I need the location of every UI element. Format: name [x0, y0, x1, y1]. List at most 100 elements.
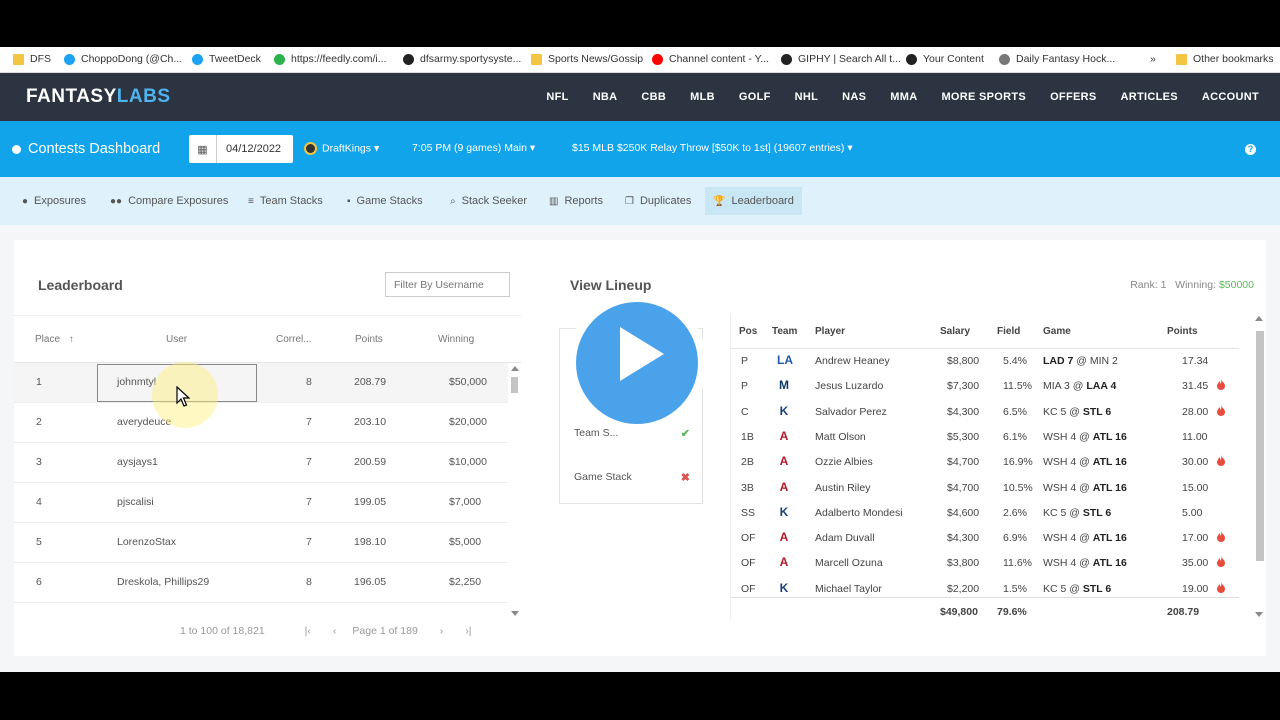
nav-nfl[interactable]: NFL [546, 91, 568, 103]
contests-dashboard-bar: Contests Dashboard ▦ 04/12/2022 DraftKin… [0, 121, 1280, 177]
nav-more-sports[interactable]: MORE SPORTS [941, 91, 1026, 103]
tab-game-stacks[interactable]: ▪ Game Stacks [339, 187, 431, 215]
site-select[interactable]: DraftKings ▾ [304, 142, 379, 155]
bookmark-8[interactable]: Your Content [906, 53, 984, 65]
tab-team-stacks[interactable]: ≡ Team Stacks [240, 187, 331, 215]
table-row[interactable]: 4 pjscalisi 7 199.05 $7,000 [14, 483, 508, 523]
cell-pos: 1B [741, 430, 754, 443]
scroll-thumb[interactable] [511, 377, 518, 393]
video-play-button[interactable] [567, 293, 707, 433]
bookmark-3[interactable]: https://feedly.com/i... [274, 53, 387, 65]
col-winning-header[interactable]: Winning [438, 334, 474, 345]
col-correl-header[interactable]: Correl... [276, 334, 312, 345]
cell-winning: $7,000 [449, 496, 482, 508]
nav-nba[interactable]: NBA [593, 91, 618, 103]
slate-select[interactable]: 7:05 PM (9 games) Main ▾ [412, 142, 535, 154]
tab-compare-exposures[interactable]: ●● Compare Exposures [102, 187, 236, 215]
lineup-row[interactable]: P M Jesus Luzardo $7,300 11.5% MIA 3 @ LAA 4 3… [731, 374, 1239, 399]
leaderboard-rows: 1 johnmtyl 8 208.79 $50,000 2 averydeuce 7 203.1… [14, 363, 521, 613]
game-team-b: ATL 16 [1092, 456, 1127, 469]
lineup-row[interactable]: SS K Adalberto Mondesi $4,600 2.6% KC 5 @ STL… [731, 501, 1239, 526]
tab-stack-seeker[interactable]: ⌕ Stack Seeker [442, 187, 535, 215]
cell-salary: $3,800 [947, 557, 980, 570]
total-salary: $49,800 [940, 606, 978, 618]
first-page-button[interactable]: |‹ [305, 625, 311, 637]
bookmark-5[interactable]: Sports News/Gossip [531, 53, 643, 65]
bookmark-6[interactable]: Channel content - Y... [652, 53, 769, 65]
col-points-header[interactable]: Points [355, 334, 383, 345]
scroll-down-icon[interactable] [1255, 612, 1263, 617]
bookmark-4[interactable]: dfsarmy.sportysyste... [403, 53, 521, 65]
bookmark-2[interactable]: TweetDeck [192, 53, 261, 65]
filter-username-input[interactable] [385, 272, 510, 297]
lineup-row[interactable]: OF A Adam Duvall $4,300 6.9% WSH 4 @ ATL 16 17… [731, 526, 1239, 551]
stack-icon: ≡ [248, 195, 254, 207]
logo-text-fantasy: FANTASY [26, 86, 117, 107]
prev-page-button[interactable]: ‹ [333, 625, 337, 637]
nav-account[interactable]: ACCOUNT [1202, 91, 1259, 103]
bookmark-7[interactable]: GIPHY | Search All t... [781, 53, 901, 65]
table-row[interactable]: 3 aysjays1 7 200.59 $10,000 [14, 443, 508, 483]
nav-mma[interactable]: MMA [890, 91, 917, 103]
nav-articles[interactable]: ARTICLES [1120, 91, 1177, 103]
fantasylabs-logo[interactable]: FANTASYLABS [26, 86, 171, 108]
game-team-a: LAD 7 [1043, 355, 1074, 367]
tab-leaderboard[interactable]: 🏆 Leaderboard [705, 187, 802, 215]
lineup-row[interactable]: C K Salvador Perez $4,300 6.5% KC 5 @ STL 6 28… [731, 400, 1239, 425]
cell-field: 10.5% [1003, 481, 1033, 494]
table-row[interactable]: 2 averydeuce 7 203.10 $20,000 [14, 403, 508, 443]
game-team-b: STL 6 [1082, 582, 1112, 595]
cell-place: 6 [36, 576, 42, 588]
nav-nas[interactable]: NAS [842, 91, 866, 103]
tab-label: Stack Seeker [461, 195, 528, 207]
cell-game: WSH 4 @ ATL 16 [1043, 482, 1127, 494]
tab-reports[interactable]: ▥ Reports [541, 187, 611, 215]
check-icon: ✔ [680, 428, 690, 440]
last-page-button[interactable]: ›| [465, 625, 471, 637]
draftkings-icon [304, 142, 317, 155]
lineup-row[interactable]: P LA Andrew Heaney $8,800 5.4% LAD 7 @ MIN 2 1… [731, 349, 1239, 374]
nav-offers[interactable]: OFFERS [1050, 91, 1096, 103]
folder-icon [13, 53, 24, 65]
scroll-up-icon[interactable] [511, 366, 519, 371]
date-value: 04/12/2022 [226, 143, 282, 155]
tab-exposures[interactable]: ● Exposures [14, 187, 94, 215]
lineup-row[interactable]: 1B A Matt Olson $5,300 6.1% WSH 4 @ ATL 16 11.… [731, 425, 1239, 450]
bookmark-0[interactable]: DFS [13, 53, 51, 65]
cell-salary: $2,200 [947, 582, 980, 595]
scroll-down-icon[interactable] [511, 611, 519, 616]
bookmark-9[interactable]: Daily Fantasy Hock... [999, 53, 1115, 65]
lineup-row[interactable]: OF A Marcell Ozuna $3,800 11.6% WSH 4 @ ATL 1… [731, 551, 1239, 576]
bookmark-10[interactable]: » [1150, 53, 1156, 65]
date-picker[interactable]: ▦ 04/12/2022 [189, 135, 293, 163]
col-user-header[interactable]: User [166, 334, 187, 345]
bookmark-1[interactable]: ChoppoDong (@Ch... [64, 53, 182, 65]
twitter-icon [64, 53, 75, 65]
col-place-header[interactable]: Place ↑ [35, 334, 74, 345]
tab-duplicates[interactable]: ❐ Duplicates [617, 187, 699, 215]
table-row[interactable]: 8snoopy237195.10$1,500 [14, 603, 508, 613]
nav-nhl[interactable]: NHL [795, 91, 819, 103]
game-team-b: STL 6 [1082, 506, 1112, 519]
leaderboard-scrollbar[interactable] [509, 363, 521, 619]
table-row[interactable]: 6 Dreskola, Phillips29 8 196.05 $2,250 [14, 563, 508, 603]
game-team-a: WSH 4 [1043, 481, 1077, 494]
next-page-button[interactable]: › [440, 625, 444, 637]
bookmark-11[interactable]: Other bookmarks [1176, 53, 1274, 65]
cell-place: 5 [36, 536, 42, 548]
rank-label: Rank: 1 [1130, 279, 1167, 291]
contest-select[interactable]: $15 MLB $250K Relay Throw [$50K to 1st] … [572, 142, 853, 154]
lineup-row[interactable]: 2B A Ozzie Albies $4,700 16.9% WSH 4 @ ATL 16… [731, 450, 1239, 475]
cell-points: 15.00 [1182, 481, 1209, 494]
table-row[interactable]: 1 johnmtyl 8 208.79 $50,000 [14, 363, 508, 403]
scroll-thumb[interactable] [1256, 331, 1264, 561]
nav-golf[interactable]: GOLF [739, 91, 771, 103]
help-icon[interactable]: ? [1245, 144, 1256, 155]
lineup-scrollbar[interactable] [1252, 313, 1266, 620]
lineup-row[interactable]: 3B A Austin Riley $4,700 10.5% WSH 4 @ ATL 16… [731, 476, 1239, 501]
table-row[interactable]: 5 LorenzoStax 7 198.10 $5,000 [14, 523, 508, 563]
nav-cbb[interactable]: CBB [641, 91, 666, 103]
nav-mlb[interactable]: MLB [690, 91, 715, 103]
scroll-up-icon[interactable] [1255, 316, 1263, 321]
fire-icon [1217, 379, 1225, 391]
